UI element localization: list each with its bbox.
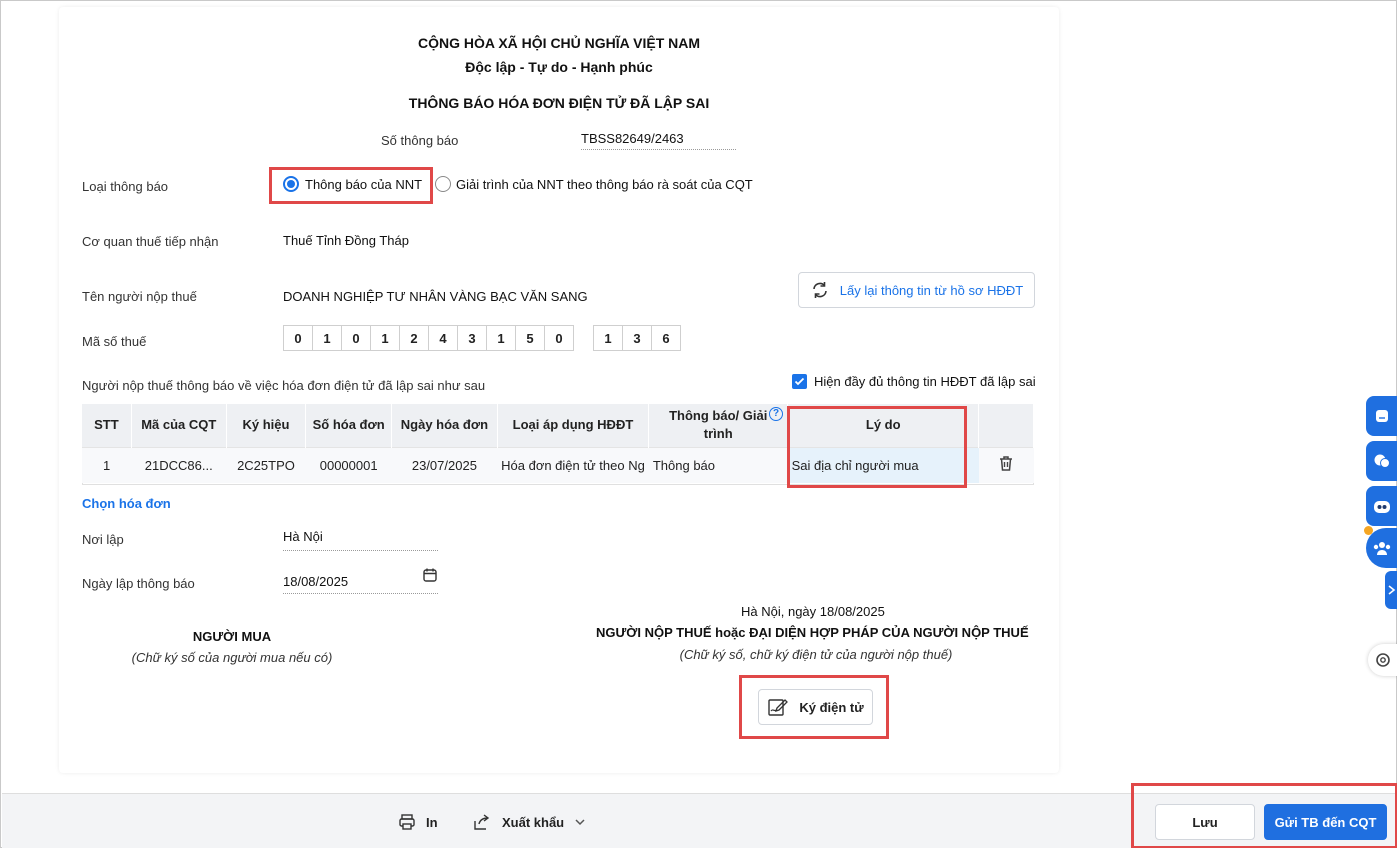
col-symbol: Ký hiệu: [226, 404, 307, 447]
export-label: Xuất khẩu: [502, 814, 565, 830]
export-button[interactable]: Xuất khẩu: [472, 813, 586, 831]
tax-code-digit: 0: [283, 325, 313, 351]
tax-code-digits: 0 1 0 1 2 4 3 1 5 0: [283, 325, 574, 351]
radio-explanation-label: Giải trình của NNT theo thông báo rà soá…: [456, 176, 753, 192]
notice-date-value: 18/08/2025: [283, 574, 349, 589]
message-icon: [1376, 410, 1388, 422]
window: CỘNG HÒA XÃ HỘI CHỦ NGHĨA VIỆT NAM Độc l…: [0, 0, 1397, 848]
highlight-box: [787, 406, 967, 488]
cell-symbol: 2C25TPO: [226, 446, 306, 483]
taxpayer-label: Tên người nộp thuế: [82, 289, 197, 304]
page-title: THÔNG BÁO HÓA ĐƠN ĐIỆN TỬ ĐÃ LẬP SAI: [408, 95, 710, 111]
col-cqt-code: Mã của CQT: [131, 404, 227, 447]
notice-number-label: Số thông báo: [381, 133, 459, 148]
gear-icon: [1376, 653, 1390, 667]
chevron-down-icon: [575, 819, 585, 826]
cell-stt: 1: [82, 446, 132, 483]
buyer-title: NGƯỜI MUA: [192, 629, 272, 644]
notice-type-label: Loại thông báo: [82, 179, 169, 194]
signer-note: (Chữ ký số, chữ ký điện tử của người nộp…: [679, 647, 953, 662]
refresh-icon: [812, 282, 827, 298]
tax-code-digit: 1: [486, 325, 516, 351]
tax-code-branch-digit: 3: [622, 325, 652, 351]
col-notice-label: Thông báo/ Giải trình: [669, 408, 768, 442]
printer-icon: [399, 814, 415, 830]
tax-office-label: Cơ quan thuế tiếp nhận: [82, 234, 219, 249]
tax-code-branch: 1 3 6: [593, 325, 681, 351]
col-invoice-no: Số hóa đơn: [305, 404, 393, 447]
highlight-box: [1131, 783, 1397, 848]
sign-date-line: Hà Nội, ngày 18/08/2025: [741, 604, 885, 619]
choose-invoice-link[interactable]: Chọn hóa đơn: [82, 496, 171, 511]
tax-code-branch-digit: 1: [593, 325, 623, 351]
side-settings-button[interactable]: [1368, 644, 1397, 676]
people-icon: [1373, 542, 1391, 555]
notice-date-label: Ngày lập thông báo: [82, 576, 195, 591]
tax-code-branch-digit: 6: [651, 325, 681, 351]
chat-bubbles-icon: [1374, 454, 1390, 468]
signer-title: NGƯỜI NỘP THUẾ hoặc ĐẠI DIỆN HỢP PHÁP CỦ…: [596, 625, 1029, 640]
radio-unchecked-icon[interactable]: [435, 176, 451, 192]
print-button[interactable]: In: [398, 813, 438, 831]
cell-invoice-type: Hóa đơn điện tử theo Ng: [497, 446, 649, 483]
col-actions: [978, 404, 1034, 447]
col-invoice-type: Loại áp dụng HĐĐT: [497, 404, 650, 447]
notification-dot: [1364, 526, 1373, 535]
chevron-right-icon: [1388, 585, 1395, 595]
notice-date-input[interactable]: 18/08/2025: [283, 567, 438, 594]
side-collapse-button[interactable]: [1385, 571, 1397, 609]
col-notice: Thông báo/ Giải trình ?: [648, 404, 789, 447]
cell-invoice-date: 23/07/2025: [391, 446, 498, 483]
checkbox-checked-icon[interactable]: [792, 374, 807, 389]
show-full-info-label: Hiện đầy đủ thông tin HĐĐT đã lập sai: [814, 374, 1036, 389]
highlight-box: [269, 167, 433, 204]
tax-code-digit: 1: [370, 325, 400, 351]
cell-invoice-no: 00000001: [305, 446, 392, 483]
table-intro: Người nộp thuế thông báo về việc hóa đơn…: [82, 378, 486, 393]
cell-cqt-code: 21DCC86...: [131, 446, 227, 483]
notice-number-value: TBSS82649/2463: [581, 131, 736, 150]
show-full-info-checkbox[interactable]: Hiện đầy đủ thông tin HĐĐT đã lập sai: [792, 374, 1036, 389]
side-community-button[interactable]: [1364, 526, 1397, 568]
tax-code-digit: 5: [515, 325, 545, 351]
tax-code-label: Mã số thuế: [82, 334, 147, 349]
cell-notice: Thông báo: [648, 446, 788, 483]
side-chat-button[interactable]: [1366, 396, 1397, 436]
col-stt: STT: [82, 404, 132, 447]
tax-code-digit: 2: [399, 325, 429, 351]
cell-actions: [978, 446, 1034, 483]
taxpayer-value: DOANH NGHIỆP TƯ NHÂN VÀNG BẠC VĂN SANG: [283, 289, 588, 304]
reload-button-label: Lấy lại thông tin từ hồ sơ HĐĐT: [839, 282, 1024, 298]
reload-from-profile-button[interactable]: Lấy lại thông tin từ hồ sơ HĐĐT: [798, 272, 1035, 308]
trash-icon[interactable]: [998, 455, 1014, 472]
tax-code-digit: 4: [428, 325, 458, 351]
highlight-box: [739, 675, 889, 739]
help-icon[interactable]: ?: [769, 407, 784, 421]
place-label: Nơi lập: [82, 532, 124, 547]
tax-code-digit: 3: [457, 325, 487, 351]
tax-code-digit: 1: [312, 325, 342, 351]
export-icon: [474, 814, 490, 830]
tax-code-digit: 0: [341, 325, 371, 351]
tax-code-digit: 0: [544, 325, 574, 351]
place-input[interactable]: Hà Nội: [283, 529, 438, 551]
buyer-note: (Chữ ký số của người mua nếu có): [131, 650, 333, 665]
robot-icon: [1374, 501, 1390, 513]
motto: Độc lập - Tự do - Hạnh phúc: [465, 59, 653, 75]
print-label: In: [426, 814, 438, 830]
radio-explanation[interactable]: Giải trình của NNT theo thông báo rà soá…: [435, 176, 753, 192]
col-invoice-date: Ngày hóa đơn: [391, 404, 498, 447]
tax-office-value: Thuế Tỉnh Đồng Tháp: [283, 233, 409, 248]
notice-form: CỘNG HÒA XÃ HỘI CHỦ NGHĨA VIỆT NAM Độc l…: [59, 7, 1059, 773]
calendar-icon[interactable]: [422, 567, 438, 583]
side-support-button[interactable]: [1366, 441, 1397, 481]
side-bot-button[interactable]: [1366, 486, 1397, 526]
nation-title: CỘNG HÒA XÃ HỘI CHỦ NGHĨA VIỆT NAM: [417, 35, 701, 51]
